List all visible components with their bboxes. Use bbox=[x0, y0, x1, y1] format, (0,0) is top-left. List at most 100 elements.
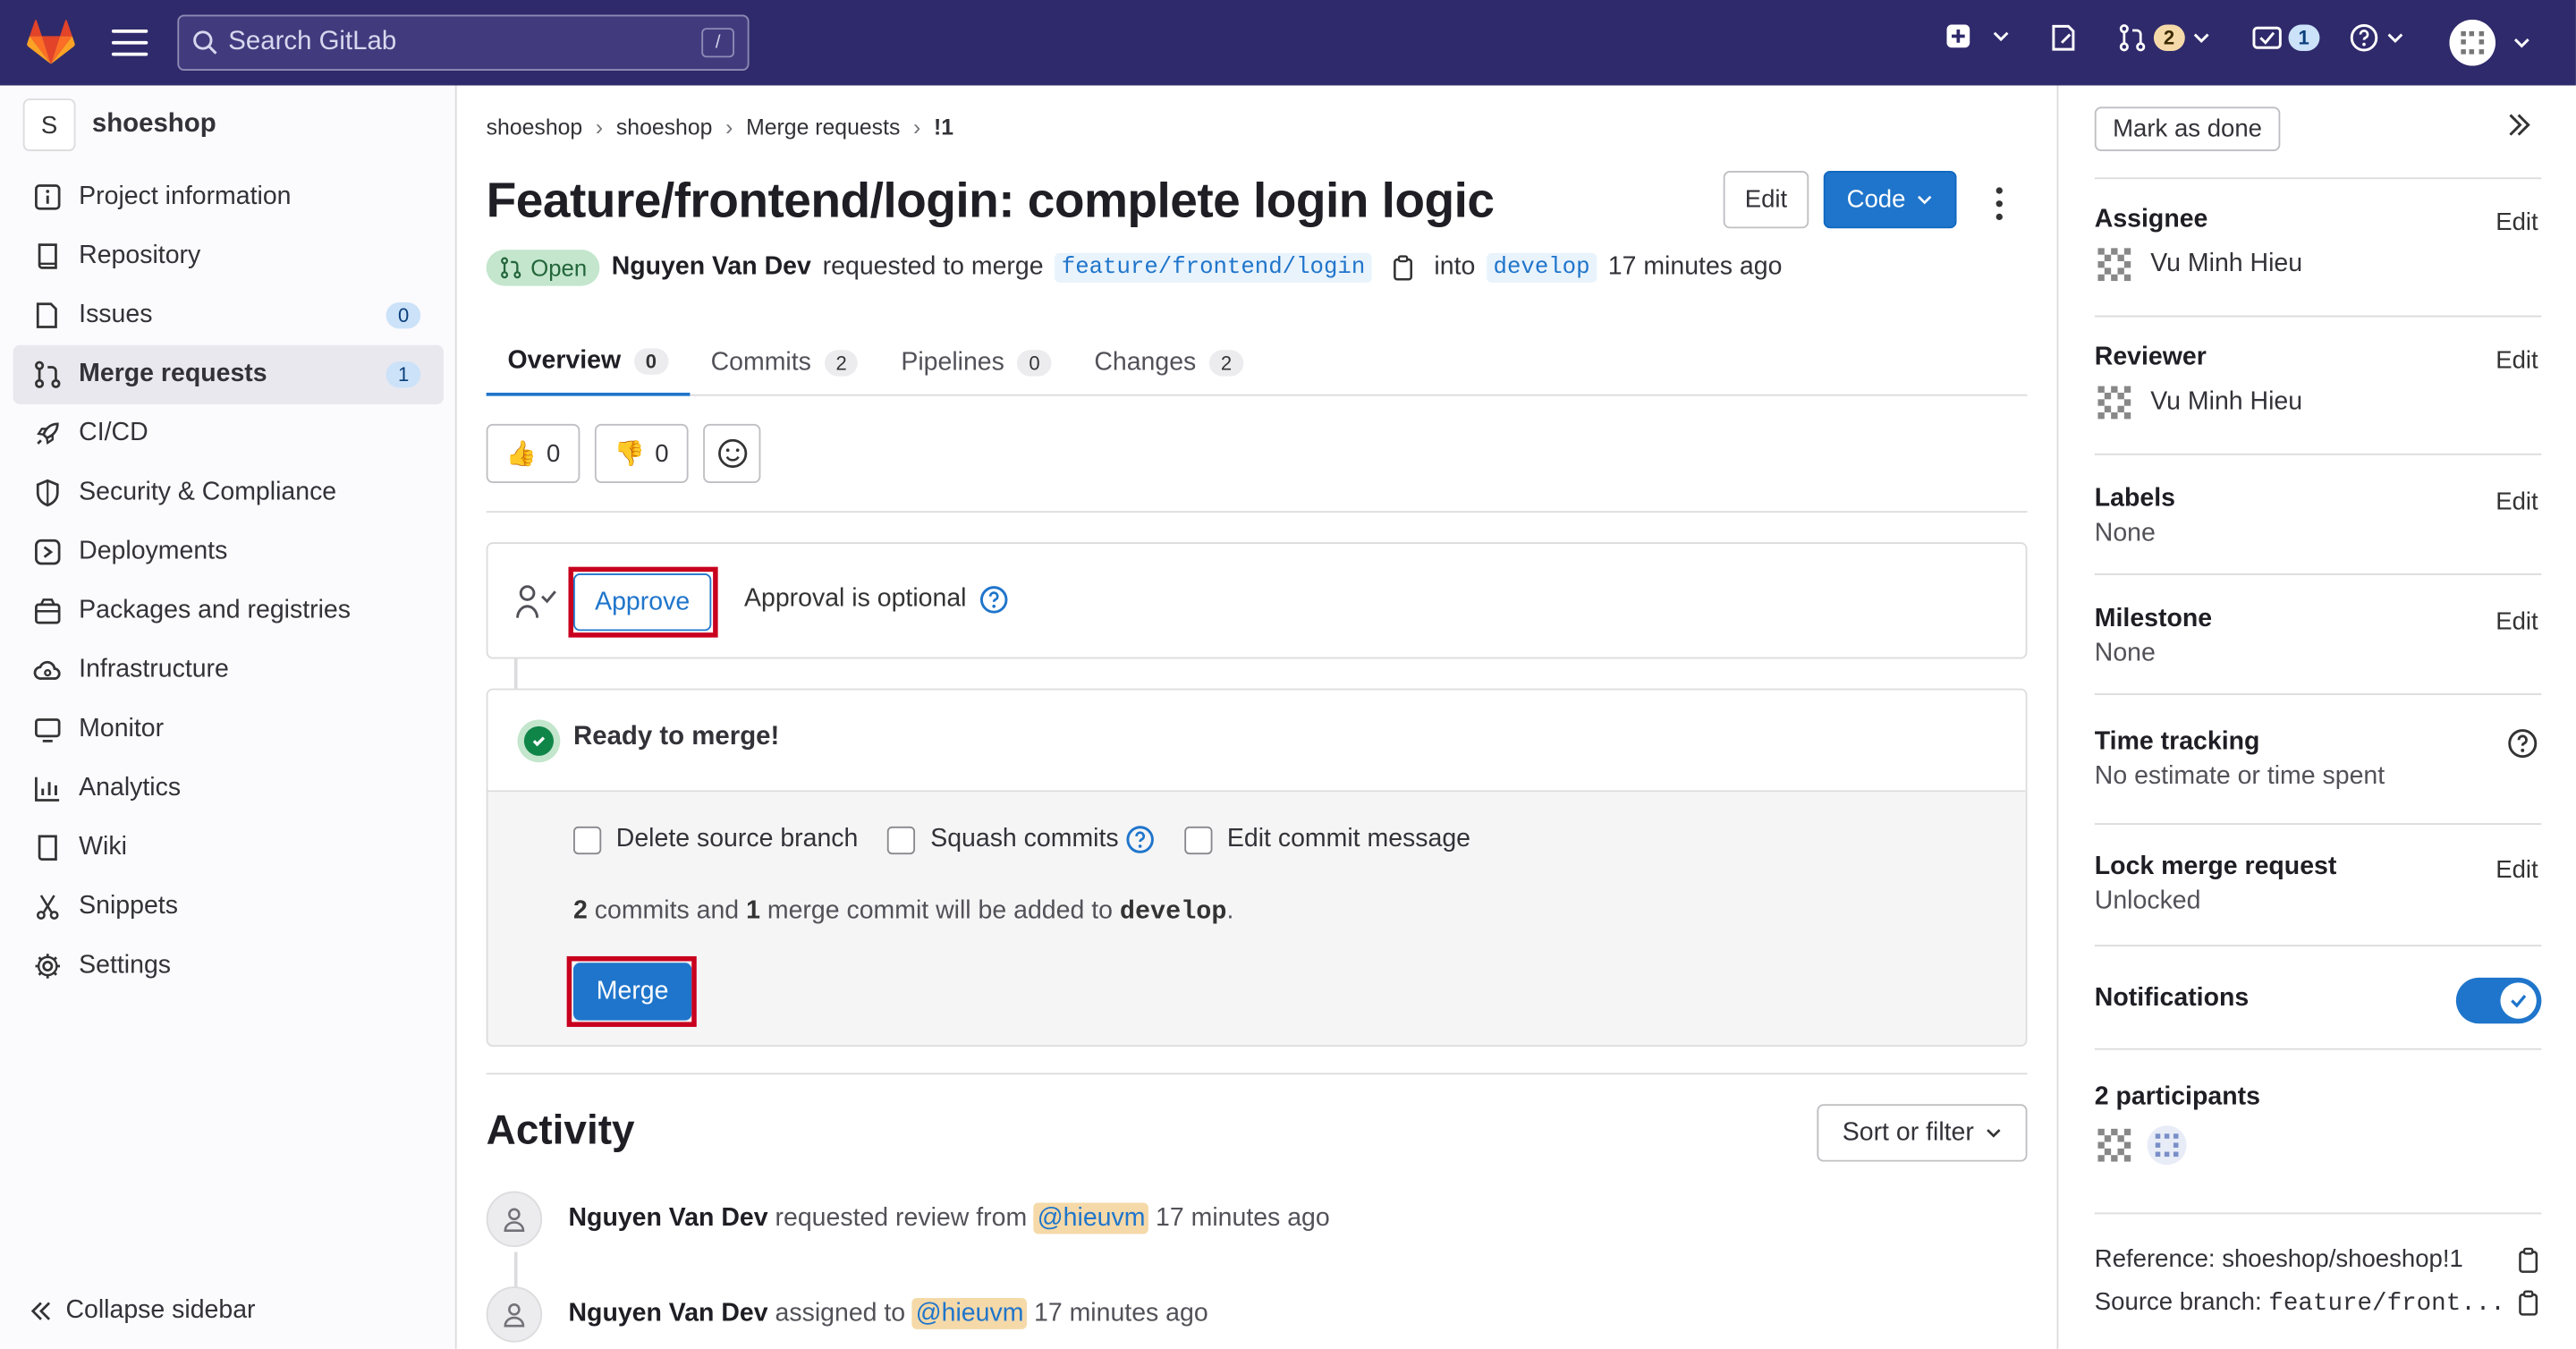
more-actions-icon[interactable] bbox=[1995, 187, 2004, 221]
user-menu-dropdown[interactable] bbox=[2449, 20, 2532, 66]
help-icon[interactable] bbox=[2507, 728, 2538, 759]
search-input[interactable]: Search GitLab / bbox=[177, 14, 750, 71]
breadcrumb-item-current[interactable]: !1 bbox=[934, 115, 953, 140]
copy-source-branch-icon[interactable] bbox=[2515, 1288, 2541, 1318]
todos-top-button[interactable]: 1 bbox=[2252, 23, 2319, 53]
tab-changes[interactable]: Changes 2 bbox=[1072, 328, 1264, 395]
collapse-sidebar-button[interactable]: Collapse sidebar bbox=[30, 1296, 256, 1326]
sidebar-nav: Project information Repository Issues 0 … bbox=[13, 167, 444, 996]
highlight-box bbox=[568, 566, 718, 638]
tab-pipelines[interactable]: Pipelines 0 bbox=[879, 328, 1072, 395]
reference-text: Reference: shoeshop/shoeshop!1 bbox=[2094, 1245, 2463, 1274]
merge-requests-top-button[interactable]: 2 bbox=[2118, 23, 2211, 53]
edit-milestone-button[interactable]: Edit bbox=[2496, 608, 2538, 636]
assignee-name[interactable]: Vu Minh Hieu bbox=[2150, 250, 2302, 279]
sidebar-item-packages-registries[interactable]: Packages and registries bbox=[13, 581, 444, 641]
left-sidebar: S shoeshop Project information Repositor… bbox=[0, 85, 457, 1349]
approval-optional-text: Approval is optional bbox=[744, 585, 1009, 615]
notifications-toggle[interactable] bbox=[2455, 977, 2542, 1024]
milestone-title: Milestone bbox=[2094, 604, 2213, 633]
search-shortcut: / bbox=[701, 28, 735, 58]
source-branch-link[interactable]: feature/frontend/login bbox=[1055, 252, 1372, 283]
sidebar-item-ci-cd[interactable]: CI/CD bbox=[13, 404, 444, 463]
main-menu-icon[interactable] bbox=[111, 26, 148, 59]
merge-requests-count-badge: 2 bbox=[2153, 24, 2185, 51]
user-mention-link[interactable]: @hieuvm bbox=[1034, 1202, 1149, 1234]
user-mention-link[interactable]: @hieuvm bbox=[912, 1297, 1028, 1329]
edit-mr-button[interactable]: Edit bbox=[1723, 171, 1809, 229]
sidebar-item-security-compliance[interactable]: Security & Compliance bbox=[13, 463, 444, 522]
thumbs-up-button[interactable]: 👍 0 bbox=[486, 423, 580, 483]
edit-labels-button[interactable]: Edit bbox=[2496, 488, 2538, 515]
sidebar-item-wiki[interactable]: Wiki bbox=[13, 819, 444, 878]
sidebar-item-project-information[interactable]: Project information bbox=[13, 167, 444, 226]
sidebar-item-issues[interactable]: Issues 0 bbox=[13, 286, 444, 345]
code-dropdown-button[interactable]: Code bbox=[1823, 171, 1957, 229]
tab-overview[interactable]: Overview 0 bbox=[486, 328, 690, 396]
reviewer-name[interactable]: Vu Minh Hieu bbox=[2150, 387, 2302, 417]
search-placeholder: Search GitLab bbox=[228, 28, 397, 56]
issues-top-button[interactable] bbox=[2048, 23, 2078, 53]
merge-request-icon bbox=[33, 360, 63, 389]
participant-avatar[interactable] bbox=[2095, 1125, 2134, 1165]
todos-count-badge: 1 bbox=[2288, 24, 2319, 51]
sidebar-item-settings[interactable]: Settings bbox=[13, 937, 444, 996]
squash-commits-checkbox[interactable] bbox=[887, 825, 916, 854]
plus-square-icon bbox=[1946, 24, 1970, 48]
source-branch-row: Source branch: feature/front... bbox=[2095, 1288, 2542, 1318]
sidebar-item-label: Issues bbox=[79, 301, 153, 329]
delete-source-branch-checkbox[interactable] bbox=[573, 825, 602, 854]
help-icon[interactable] bbox=[979, 585, 1009, 615]
sidebar-item-merge-requests[interactable]: Merge requests 1 bbox=[13, 344, 444, 404]
edit-reviewer-button[interactable]: Edit bbox=[2496, 347, 2538, 375]
sidebar-item-label: Project information bbox=[79, 182, 292, 211]
copy-reference-icon[interactable] bbox=[2515, 1245, 2541, 1275]
project-header[interactable]: S shoeshop bbox=[22, 98, 216, 151]
copy-icon[interactable] bbox=[1390, 253, 1416, 283]
approval-widget: Approve Approval is optional bbox=[486, 542, 2028, 659]
chevron-down-icon bbox=[1917, 195, 1932, 205]
gitlab-logo-icon[interactable] bbox=[26, 20, 75, 65]
chevron-down-icon bbox=[1986, 1129, 2000, 1138]
target-branch-link[interactable]: develop bbox=[1487, 252, 1597, 283]
help-dropdown[interactable] bbox=[2349, 23, 2404, 53]
edit-commit-message-checkbox[interactable] bbox=[1184, 825, 1213, 854]
thumbs-up-count: 0 bbox=[547, 439, 561, 468]
sidebar-item-snippets[interactable]: Snippets bbox=[13, 878, 444, 937]
sort-filter-dropdown[interactable]: Sort or filter bbox=[1817, 1104, 2028, 1162]
breadcrumb-item[interactable]: shoeshop bbox=[616, 115, 713, 140]
shield-icon bbox=[33, 478, 63, 507]
user-avatar[interactable] bbox=[2095, 245, 2134, 284]
sidebar-item-label: CI/CD bbox=[79, 419, 148, 447]
help-icon[interactable] bbox=[1125, 825, 1155, 854]
sidebar-item-infrastructure[interactable]: Infrastructure bbox=[13, 641, 444, 700]
tab-commits[interactable]: Commits 2 bbox=[690, 328, 880, 395]
author-link[interactable]: Nguyen Van Dev bbox=[612, 253, 811, 283]
sidebar-item-repository[interactable]: Repository bbox=[13, 226, 444, 285]
sidebar-item-deployments[interactable]: Deployments bbox=[13, 522, 444, 581]
add-reaction-button[interactable] bbox=[703, 423, 761, 483]
thumbs-down-button[interactable]: 👎 0 bbox=[594, 423, 689, 483]
activity-author[interactable]: Nguyen Van Dev bbox=[568, 1300, 767, 1328]
breadcrumb-item[interactable]: Merge requests bbox=[746, 115, 900, 140]
activity-author[interactable]: Nguyen Van Dev bbox=[568, 1204, 767, 1232]
timeline-connector bbox=[513, 658, 518, 689]
breadcrumb-separator: › bbox=[725, 115, 733, 140]
create-new-dropdown[interactable] bbox=[1945, 23, 2011, 49]
edit-lock-button[interactable]: Edit bbox=[2496, 856, 2538, 884]
participants-section: 2 participants bbox=[2094, 1082, 2542, 1215]
check-icon bbox=[2511, 994, 2527, 1008]
mark-as-done-button[interactable]: Mark as done bbox=[2094, 106, 2281, 151]
participant-avatar[interactable] bbox=[2147, 1125, 2187, 1166]
sidebar-item-monitor[interactable]: Monitor bbox=[13, 700, 444, 759]
edit-commit-message-label: Edit commit message bbox=[1226, 825, 1471, 853]
sidebar-item-label: Merge requests bbox=[79, 360, 267, 388]
edit-assignee-button[interactable]: Edit bbox=[2496, 208, 2538, 236]
divider bbox=[486, 1073, 2028, 1075]
sidebar-item-analytics[interactable]: Analytics bbox=[13, 759, 444, 819]
chevron-down-icon bbox=[1993, 31, 2009, 42]
reviewer-title: Reviewer bbox=[2094, 343, 2207, 372]
collapse-right-sidebar-icon[interactable] bbox=[2505, 112, 2531, 138]
user-avatar[interactable] bbox=[2095, 383, 2134, 422]
breadcrumb-item[interactable]: shoeshop bbox=[487, 115, 583, 140]
